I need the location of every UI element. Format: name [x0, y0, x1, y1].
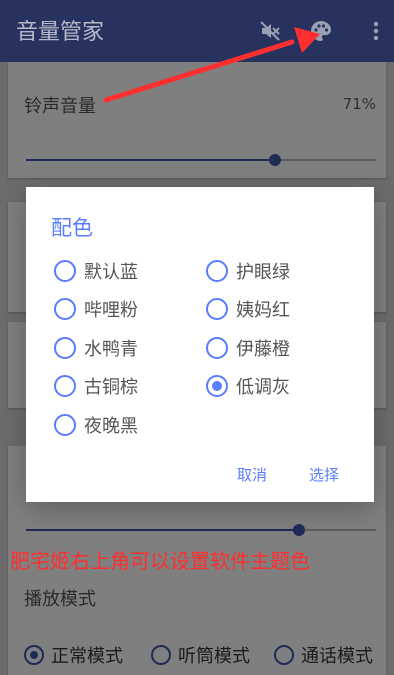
play-mode-normal-label: 正常模式: [51, 646, 123, 667]
app-title: 音量管家: [16, 20, 105, 45]
radio-icon: [54, 337, 76, 359]
slider-fill: [26, 159, 275, 161]
option-label: 伊藤橙: [236, 339, 290, 360]
slider-thumb[interactable]: [268, 154, 281, 166]
radio-icon: [206, 298, 228, 320]
color-option-low-gray[interactable]: 低调灰: [206, 373, 290, 399]
radio-icon: [54, 298, 76, 320]
play-mode-label: 播放模式: [24, 589, 96, 610]
radio-icon: [54, 260, 76, 282]
ringtone-volume-percent: 71%: [342, 95, 376, 113]
color-option-bili-pink[interactable]: 哔哩粉: [54, 296, 138, 322]
slider-thumb[interactable]: [293, 524, 305, 536]
play-mode-call-label: 通话模式: [301, 646, 373, 667]
radio-unselected-icon: [274, 645, 294, 665]
ringtone-volume-label: 铃声音量: [24, 96, 96, 117]
more-vert-icon[interactable]: [366, 16, 386, 46]
volume-off-icon[interactable]: [255, 16, 285, 46]
radio-unselected-icon: [151, 645, 171, 665]
palette-icon[interactable]: [306, 16, 336, 46]
slider-fill: [26, 529, 299, 531]
option-label: 夜晚黑: [84, 416, 138, 437]
play-mode-earpiece-label: 听筒模式: [178, 646, 250, 667]
app-bar: 音量管家: [0, 0, 394, 62]
cancel-button[interactable]: 取消: [237, 464, 267, 485]
play-mode-earpiece[interactable]: 听筒模式: [151, 642, 250, 668]
color-option-night-black[interactable]: 夜晚黑: [54, 412, 138, 438]
radio-icon: [54, 414, 76, 436]
radio-icon: [206, 260, 228, 282]
radio-icon: [206, 337, 228, 359]
option-label: 水鸭青: [84, 339, 138, 360]
option-label: 姨妈红: [236, 300, 290, 321]
color-scheme-dialog: 配色 默认蓝 护眼绿 哔哩粉 姨妈红 水鸭青 伊藤橙 古铜棕 低调灰 夜晚黑 取…: [26, 187, 374, 502]
radio-selected-icon: [24, 645, 44, 665]
option-label: 默认蓝: [84, 262, 138, 283]
radio-icon: [54, 375, 76, 397]
option-label: 哔哩粉: [84, 300, 138, 321]
dialog-title: 配色: [51, 216, 93, 240]
slider-track: [299, 529, 376, 531]
color-option-teal[interactable]: 水鸭青: [54, 335, 138, 361]
annotation-text: 肥宅姬右上角可以设置软件主题色: [10, 549, 310, 573]
option-label: 古铜棕: [84, 377, 138, 398]
color-option-orange[interactable]: 伊藤橙: [206, 335, 290, 361]
select-button[interactable]: 选择: [309, 464, 339, 485]
option-label: 低调灰: [236, 377, 290, 398]
play-mode-normal[interactable]: 正常模式: [24, 642, 123, 668]
radio-checked-icon: [206, 375, 228, 397]
play-mode-call[interactable]: 通话模式: [274, 642, 373, 668]
option-label: 护眼绿: [236, 262, 290, 283]
slider-track: [274, 159, 376, 161]
color-option-red[interactable]: 姨妈红: [206, 296, 290, 322]
color-option-bronze-brown[interactable]: 古铜棕: [54, 373, 138, 399]
color-option-eye-green[interactable]: 护眼绿: [206, 258, 290, 284]
color-option-default-blue[interactable]: 默认蓝: [54, 258, 138, 284]
